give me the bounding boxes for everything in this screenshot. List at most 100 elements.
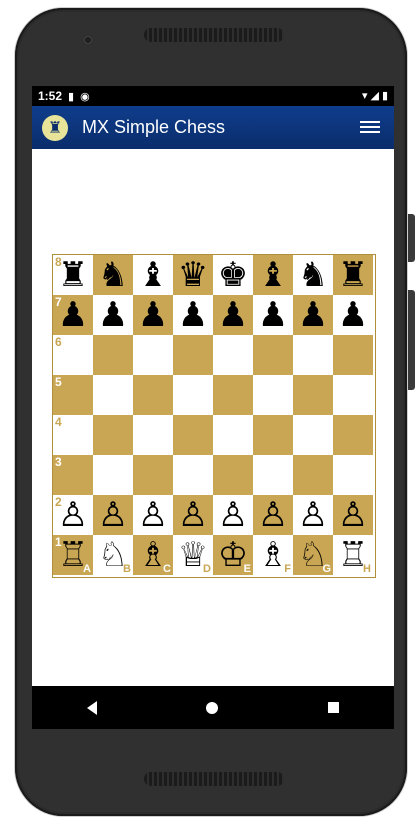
board-square[interactable] xyxy=(293,415,333,455)
chess-piece[interactable]: ♙ xyxy=(298,498,328,532)
chess-piece[interactable]: ♟ xyxy=(218,298,248,332)
board-square[interactable]: ♞ xyxy=(93,255,133,295)
board-square[interactable] xyxy=(213,455,253,495)
chess-piece[interactable]: ♙ xyxy=(98,498,128,532)
chess-piece[interactable]: ♙ xyxy=(338,498,368,532)
chess-piece[interactable]: ♞ xyxy=(98,258,128,292)
chess-piece[interactable]: ♞ xyxy=(298,258,328,292)
chess-piece[interactable]: ♙ xyxy=(138,498,168,532)
board-square[interactable] xyxy=(93,455,133,495)
board-square[interactable] xyxy=(173,455,213,495)
board-square[interactable] xyxy=(93,415,133,455)
board-square[interactable] xyxy=(93,375,133,415)
board-square[interactable] xyxy=(333,455,373,495)
board-square[interactable]: ♟ xyxy=(213,295,253,335)
chess-piece[interactable]: ♝ xyxy=(258,258,288,292)
board-square[interactable]: 2 ♙ xyxy=(53,495,93,535)
board-square[interactable]: ♝ xyxy=(253,255,293,295)
board-square[interactable]: ♟ xyxy=(293,295,333,335)
board-square[interactable]: ♝ xyxy=(133,255,173,295)
file-label: F xyxy=(284,563,291,575)
board-square[interactable]: 3 xyxy=(53,455,93,495)
chess-piece[interactable]: ♜ xyxy=(58,258,88,292)
board-square[interactable] xyxy=(333,375,373,415)
rank-label: 2 xyxy=(55,495,62,509)
recents-button[interactable] xyxy=(328,702,340,713)
board-square[interactable]: H ♖ xyxy=(333,535,373,575)
chess-piece[interactable]: ♙ xyxy=(178,498,208,532)
board-square[interactable] xyxy=(173,375,213,415)
board-square[interactable]: 6 xyxy=(53,335,93,375)
board-square[interactable]: 7 ♟ xyxy=(53,295,93,335)
board-square[interactable]: ♙ xyxy=(293,495,333,535)
board-square[interactable] xyxy=(293,375,333,415)
board-square[interactable]: 4 xyxy=(53,415,93,455)
board-square[interactable]: ♟ xyxy=(173,295,213,335)
board-square[interactable] xyxy=(293,335,333,375)
board-square[interactable]: ♛ xyxy=(173,255,213,295)
rank-label: 6 xyxy=(55,335,62,349)
chess-piece[interactable]: ♙ xyxy=(258,498,288,532)
board-square[interactable]: ♙ xyxy=(253,495,293,535)
board-square[interactable]: ♙ xyxy=(173,495,213,535)
board-square[interactable]: ♞ xyxy=(293,255,333,295)
chess-piece[interactable]: ♟ xyxy=(298,298,328,332)
board-square[interactable] xyxy=(253,335,293,375)
chess-piece[interactable]: ♟ xyxy=(58,298,88,332)
board-square[interactable]: D ♕ xyxy=(173,535,213,575)
chess-piece[interactable]: ♝ xyxy=(138,258,168,292)
chess-piece[interactable]: ♟ xyxy=(258,298,288,332)
chess-piece[interactable]: ♙ xyxy=(58,498,88,532)
board-square[interactable]: G ♘ xyxy=(293,535,333,575)
chess-piece[interactable]: ♟ xyxy=(178,298,208,332)
board-square[interactable] xyxy=(333,335,373,375)
board-square[interactable]: ♟ xyxy=(93,295,133,335)
back-button[interactable] xyxy=(86,700,97,715)
board-square[interactable]: B ♘ xyxy=(93,535,133,575)
board-square[interactable]: ♙ xyxy=(93,495,133,535)
board-square[interactable]: ♟ xyxy=(133,295,173,335)
board-square[interactable] xyxy=(93,335,133,375)
board-square[interactable] xyxy=(133,415,173,455)
screen: 1:52 ▮ ◉ ▾ ◢ ▮ ♜ MX Simple Chess 8 ♜ ♞ ♝ ♛ ♚ ♝… xyxy=(32,86,394,729)
battery-icon: ▮ xyxy=(381,90,388,102)
board-square[interactable] xyxy=(173,335,213,375)
chess-piece[interactable]: ♟ xyxy=(338,298,368,332)
chess-piece[interactable]: ♟ xyxy=(98,298,128,332)
board-square[interactable] xyxy=(133,455,173,495)
chess-piece[interactable]: ♚ xyxy=(218,258,248,292)
board-square[interactable] xyxy=(253,415,293,455)
rank-label: 5 xyxy=(55,375,62,389)
chess-piece[interactable]: ♙ xyxy=(218,498,248,532)
board-square[interactable]: 1 A ♖ xyxy=(53,535,93,575)
board-square[interactable]: ♙ xyxy=(133,495,173,535)
board-square[interactable]: 5 xyxy=(53,375,93,415)
chess-piece[interactable]: ♜ xyxy=(338,258,368,292)
status-bar: 1:52 ▮ ◉ ▾ ◢ ▮ xyxy=(32,86,394,106)
home-button[interactable] xyxy=(206,701,219,714)
board-square[interactable] xyxy=(173,415,213,455)
board-square[interactable]: F ♗ xyxy=(253,535,293,575)
board-square[interactable] xyxy=(253,375,293,415)
board-square[interactable] xyxy=(213,415,253,455)
board-square[interactable] xyxy=(333,415,373,455)
board-square[interactable]: ♙ xyxy=(333,495,373,535)
board-square[interactable] xyxy=(213,375,253,415)
board-square[interactable]: C ♗ xyxy=(133,535,173,575)
board-square[interactable]: ♜ xyxy=(333,255,373,295)
board-square[interactable] xyxy=(213,335,253,375)
board-square[interactable] xyxy=(133,375,173,415)
board-square[interactable]: 8 ♜ xyxy=(53,255,93,295)
menu-icon[interactable] xyxy=(360,118,380,136)
status-time: 1:52 xyxy=(38,89,63,103)
board-square[interactable]: ♙ xyxy=(213,495,253,535)
chess-piece[interactable]: ♟ xyxy=(138,298,168,332)
chess-piece[interactable]: ♛ xyxy=(178,258,208,292)
board-square[interactable]: ♚ xyxy=(213,255,253,295)
board-square[interactable]: ♟ xyxy=(333,295,373,335)
board-square[interactable] xyxy=(253,455,293,495)
board-square[interactable] xyxy=(133,335,173,375)
board-square[interactable]: ♟ xyxy=(253,295,293,335)
board-square[interactable] xyxy=(293,455,333,495)
board-square[interactable]: E ♔ xyxy=(213,535,253,575)
